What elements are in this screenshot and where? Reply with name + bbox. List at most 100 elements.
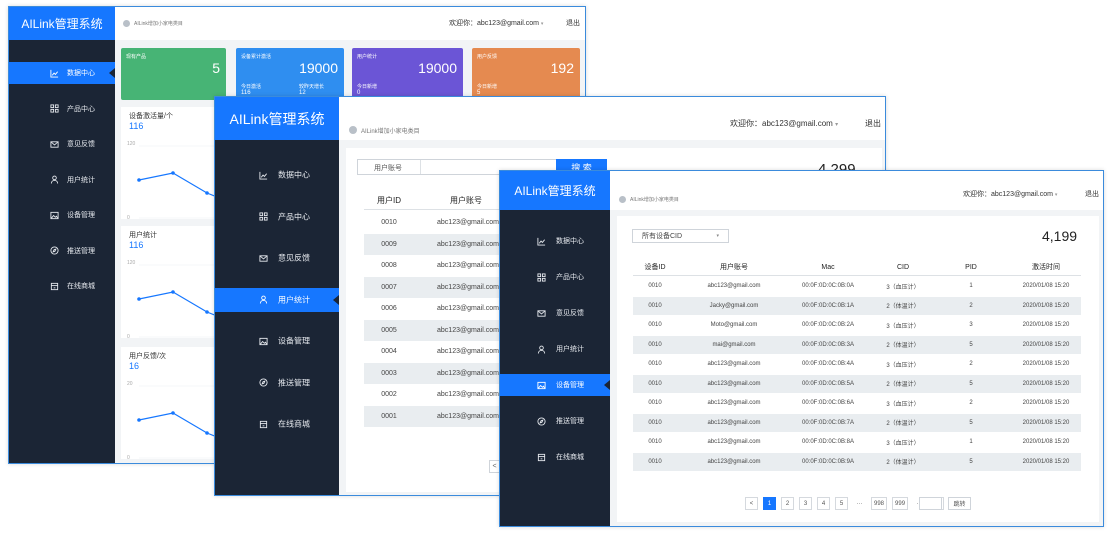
sidebar-item-label: 用户统计 — [556, 346, 584, 353]
stat-card: 用户反馈 192 今日新增 5 — [472, 48, 580, 100]
pagination-page[interactable]: < — [745, 497, 758, 510]
cid-filter-value: 所有设备CID — [642, 233, 683, 240]
column-header-id: 用户ID — [377, 195, 401, 205]
sidebar-item-store[interactable]: 在线商城 — [9, 275, 115, 297]
line-chart — [137, 385, 217, 459]
table-row[interactable]: 0010 Jacky@gmail.com 00:0F:0D:0C:0B:1A 2（体温… — [633, 296, 1081, 315]
image-icon — [259, 337, 268, 346]
column-header-cid: CID — [896, 263, 910, 271]
pagination-page[interactable]: 5 — [835, 497, 848, 510]
table-row[interactable]: 0010 abc123@gmail.com 00:0F:0D:0C:0B:9A 2（体… — [633, 452, 1081, 471]
cell-time: 2020/01/08 15:20 — [1022, 458, 1070, 465]
cell-mac: 00:0F:0D:0C:0B:4A — [801, 361, 855, 367]
cell-pid: 3 — [969, 322, 973, 328]
sidebar-item-label: 设备管理 — [67, 212, 95, 219]
table-row[interactable]: 0010 abc123@gmail.com 00:0F:0D:0C:0B:0A 3（血… — [633, 277, 1081, 295]
chart-title: 用户反馈/次 — [129, 353, 166, 360]
table-row[interactable]: 0010 abc123@gmail.com 00:0F:0D:0C:0B:4A 3（血… — [633, 355, 1081, 373]
stat-card: 设备累计激活 19000 今日激活 116 较昨天增长 12 — [236, 48, 344, 100]
cid-filter-select[interactable]: 所有设备CID ▾ — [632, 229, 729, 243]
breadcrumb: AILink增加小家电类目 — [134, 21, 183, 27]
column-header-device-id: 设备ID — [644, 264, 666, 271]
stat-card-title: 用户统计 — [357, 54, 378, 60]
logout-link[interactable]: 退出 — [1085, 189, 1099, 199]
sidebar-item-image[interactable]: 设备管理 — [215, 329, 339, 353]
sidebar-item-image[interactable]: 设备管理 — [9, 204, 115, 226]
sidebar-item-mail[interactable]: 意见反馈 — [500, 302, 610, 324]
pagination-page[interactable]: 999 — [892, 497, 909, 510]
sidebar-item-compass[interactable]: 推送管理 — [215, 371, 339, 395]
cell-account: abc123@gmail.com — [437, 391, 499, 398]
sidebar-item-compass[interactable]: 推送管理 — [9, 240, 115, 262]
chevron-down-icon: ▾ — [1054, 192, 1058, 198]
sidebar-item-grid[interactable]: 产品中心 — [500, 266, 610, 288]
store-icon — [50, 282, 59, 291]
breadcrumb: AILink增加小家电类目 — [630, 197, 679, 203]
series-point — [171, 411, 175, 415]
sidebar-item-label: 产品中心 — [278, 212, 310, 221]
sidebar-item-label: 数据中心 — [278, 170, 310, 180]
welcome-dropdown[interactable]: 欢迎你：abc123@gmail.com ▾ — [963, 189, 1057, 199]
sidebar-item-image[interactable]: 设备管理 — [500, 374, 610, 396]
sidebar-item-user[interactable]: 用户统计 — [500, 338, 610, 360]
store-icon — [537, 453, 546, 462]
sidebar-item-grid[interactable]: 产品中心 — [215, 205, 339, 229]
cell-cid: 2（体温计） — [886, 343, 920, 349]
welcome-dropdown[interactable]: 欢迎你：abc123@gmail.com ▾ — [449, 18, 543, 28]
mail-icon — [537, 309, 546, 318]
jump-button[interactable]: 跳转 — [948, 497, 971, 510]
pagination-page[interactable]: 2 — [781, 497, 794, 510]
cell-account: abc123@gmail.com — [437, 305, 499, 312]
pagination-page[interactable]: 998 — [871, 497, 888, 510]
search-label: 用户账号 — [374, 165, 402, 172]
table-row[interactable]: 0010 Moto@gmail.com 00:0F:0D:0C:0B:2A 3（血压计… — [633, 316, 1081, 334]
breadcrumb: AILink增加小家电类目 — [361, 129, 420, 135]
cell-cid: 2（体温计） — [886, 304, 920, 310]
table-row[interactable]: 0010 abc123@gmail.com 00:0F:0D:0C:0B:5A 2（体… — [633, 374, 1081, 393]
table-row[interactable]: 0010 mai@gmail.com 00:0F:0D:0C:0B:3A 2（体温计）… — [633, 335, 1081, 354]
sidebar-item-mail[interactable]: 意见反馈 — [215, 246, 339, 270]
sidebar-item-label: 数据中心 — [67, 70, 95, 77]
logout-link[interactable]: 退出 — [865, 118, 881, 129]
welcome-dropdown[interactable]: 欢迎你：abc123@gmail.com ▾ — [730, 118, 838, 129]
sidebar-item-label: 设备管理 — [278, 336, 310, 346]
column-header-pid: PID — [965, 263, 977, 271]
pagination-page[interactable]: 3 — [799, 497, 812, 510]
table-row[interactable]: 0010 abc123@gmail.com 00:0F:0D:0C:0B:7A 2（体… — [633, 413, 1081, 432]
sidebar-item-compass[interactable]: 推送管理 — [500, 410, 610, 432]
sidebar-item-store[interactable]: 在线商城 — [215, 412, 339, 436]
cell-cid: 3（血压计） — [886, 362, 920, 369]
logout-link[interactable]: 退出 — [566, 18, 580, 28]
sidebar-item-chart[interactable]: 数据中心 — [9, 62, 115, 84]
line-chart — [137, 264, 217, 338]
cell-id: 0010 — [381, 219, 397, 226]
pagination-page[interactable]: 4 — [817, 497, 830, 510]
sidebar-item-store[interactable]: 在线商城 — [500, 446, 610, 468]
cell-mac: 00:0F:0D:0C:0B:1A — [801, 302, 855, 309]
sidebar-item-chart[interactable]: 数据中心 — [500, 230, 610, 252]
pagination-page[interactable]: 1 — [763, 497, 776, 510]
jump-input[interactable] — [919, 497, 942, 510]
table-row[interactable]: 0010 abc123@gmail.com 00:0F:0D:0C:0B:6A 3（血… — [633, 394, 1081, 412]
sidebar-item-mail[interactable]: 意见反馈 — [9, 133, 115, 155]
cell-device-id: 0010 — [648, 283, 662, 289]
cell-pid: 1 — [969, 439, 973, 445]
topbar: AILink增加小家电类目 欢迎你：abc123@gmail.com ▾ 退出 — [339, 97, 885, 140]
sidebar-item-grid[interactable]: 产品中心 — [9, 98, 115, 120]
cell-account: abc123@gmail.com — [437, 219, 499, 226]
cell-pid: 5 — [969, 341, 973, 348]
cell-device-id: 0010 — [648, 361, 662, 367]
cell-id: 0009 — [381, 240, 397, 248]
sidebar-item-chart[interactable]: 数据中心 — [215, 163, 339, 187]
cell-time: 2020/01/08 15:20 — [1022, 302, 1070, 309]
sidebar-item-user[interactable]: 用户统计 — [215, 287, 339, 312]
sidebar-item-user[interactable]: 用户统计 — [9, 169, 115, 191]
cell-account: abc123@gmail.com — [437, 348, 499, 355]
cell-pid: 2 — [969, 361, 973, 367]
chevron-down-icon: ▾ — [540, 21, 544, 27]
sidebar-item-label: 推送管理 — [67, 247, 95, 255]
cell-mac: 00:0F:0D:0C:0B:5A — [801, 380, 855, 387]
table-row[interactable]: 0010 abc123@gmail.com 00:0F:0D:0C:0B:8A 3（血… — [633, 433, 1081, 451]
cell-mac: 00:0F:0D:0C:0B:2A — [801, 322, 855, 328]
topbar: AILink增加小家电类目 欢迎你：abc123@gmail.com ▾ 退出 — [115, 7, 585, 40]
